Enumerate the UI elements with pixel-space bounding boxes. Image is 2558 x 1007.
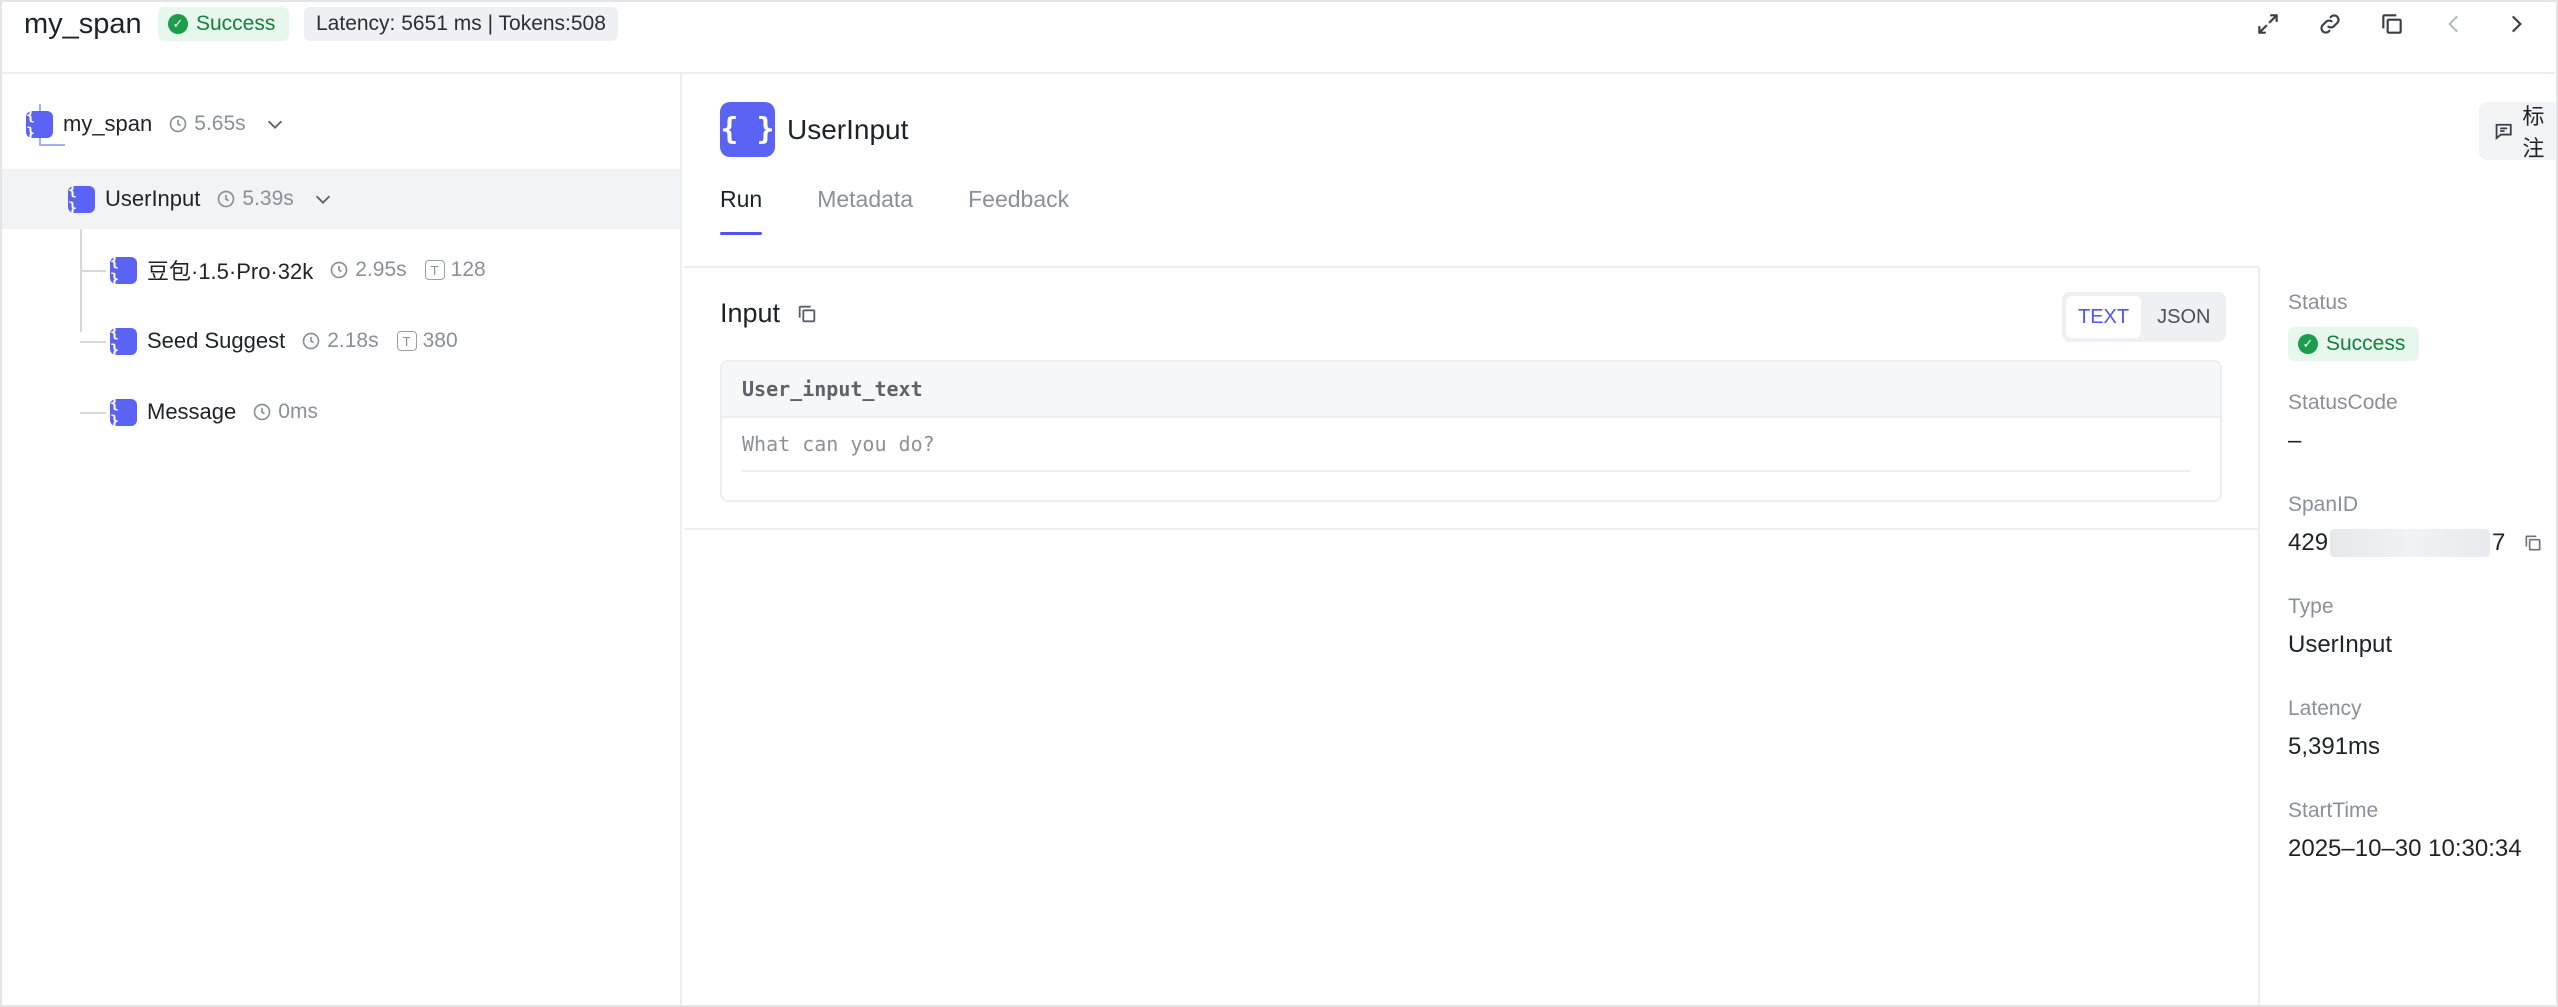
braces-icon: { }: [110, 252, 137, 288]
header-bar: my_span ✓ Success Latency: 5651 ms | Tok…: [2, 2, 2556, 74]
field-spanid: SpanID 429 7: [2288, 493, 2543, 557]
input-section: Input TEXT JSON User_input_text What can…: [684, 268, 2258, 530]
copy-icon[interactable]: [2374, 6, 2410, 42]
tree-node-doubao[interactable]: { } 豆包·1.5·Pro·32k 2.95s T 128: [110, 240, 486, 300]
format-toggle: TEXT JSON: [2062, 292, 2227, 342]
annotate-button[interactable]: 标注: [2479, 102, 2556, 161]
braces-icon: { }: [110, 323, 137, 359]
trace-detail-window: my_span ✓ Success Latency: 5651 ms | Tok…: [0, 0, 2558, 1007]
clock-icon: [218, 190, 235, 208]
tree-node-tokens: T 128: [424, 258, 486, 282]
field-latency: Latency 5,391ms: [2288, 697, 2381, 760]
field-type: Type UserInput: [2288, 595, 2393, 658]
tree-node-duration: 5.65s: [168, 112, 246, 136]
braces-icon: { }: [110, 394, 137, 430]
tree-node-duration: 5.39s: [216, 187, 294, 211]
input-value-box: User_input_text What can you do?: [720, 360, 2222, 502]
format-text-option[interactable]: TEXT: [2066, 296, 2142, 338]
braces-icon: { }: [720, 102, 775, 157]
tree-node-tokens: T 380: [396, 329, 458, 353]
panel-title: { } UserInput: [720, 102, 908, 157]
tab-bar: Run Metadata Feedback: [720, 186, 1069, 235]
clock-icon: [169, 115, 187, 133]
clock-icon: [302, 332, 320, 350]
field-starttime: StartTime 2025–10–30 10:30:34: [2288, 799, 2522, 862]
latency-tokens-badge: Latency: 5651 ms | Tokens:508: [304, 7, 618, 41]
input-key: User_input_text: [722, 362, 2220, 418]
braces-icon: { }: [68, 181, 95, 217]
tree-node-label: my_span: [63, 111, 153, 136]
tree-node-message[interactable]: { } Message 0ms: [110, 382, 318, 442]
token-icon: T: [396, 331, 417, 351]
clock-icon: [253, 403, 271, 421]
input-value: What can you do?: [742, 418, 2190, 472]
trace-title: my_span: [24, 8, 142, 40]
header-actions: [2250, 6, 2534, 42]
input-heading: Input: [720, 298, 818, 329]
tree-node-seed-suggest[interactable]: { } Seed Suggest 2.18s T 380: [110, 311, 458, 371]
tree-node-label: Message: [147, 399, 237, 424]
field-statuscode: StatusCode –: [2288, 391, 2398, 454]
comment-icon: [2495, 123, 2512, 140]
format-json-option[interactable]: JSON: [2145, 296, 2222, 338]
tree-node-label: UserInput: [105, 186, 201, 211]
clock-icon: [330, 261, 348, 279]
tree-connector: [80, 270, 106, 272]
tree-connector: [80, 412, 106, 414]
braces-icon: { }: [26, 106, 53, 142]
check-circle-icon: ✓: [2298, 334, 2318, 354]
span-attributes: Status ✓ Success StatusCode – SpanID 429…: [2258, 267, 2556, 1005]
chevron-down-icon[interactable]: [312, 188, 334, 210]
tree-node-duration: 0ms: [252, 400, 318, 424]
token-icon: T: [424, 260, 445, 280]
tree-node-duration: 2.95s: [329, 258, 407, 282]
tree-node-label: 豆包·1.5·Pro·32k: [147, 259, 314, 284]
span-detail-panel: { } UserInput 标注 Run Metadata Feedback I…: [684, 74, 2556, 1005]
span-tree: { } my_span 5.65s { } UserInput 5.39s {…: [2, 74, 682, 1005]
expand-icon[interactable]: [2250, 6, 2286, 42]
chevron-right-icon[interactable]: [2498, 6, 2534, 42]
field-status: Status ✓ Success: [2288, 291, 2420, 361]
copy-icon[interactable]: [796, 303, 818, 325]
tree-node-duration: 2.18s: [301, 329, 379, 353]
chevron-left-icon[interactable]: [2436, 6, 2472, 42]
tree-connector: [80, 341, 106, 343]
status-badge: ✓ Success: [158, 7, 290, 41]
check-circle-icon: ✓: [168, 14, 188, 34]
tree-node-my-span[interactable]: { } my_span 5.65s: [26, 94, 286, 154]
redacted-span-id: [2330, 529, 2491, 557]
link-icon[interactable]: [2312, 6, 2348, 42]
status-badge-text: Success: [196, 12, 276, 35]
copy-icon[interactable]: [2523, 533, 2543, 553]
tree-node-label: Seed Suggest: [147, 328, 286, 353]
chevron-down-icon[interactable]: [264, 113, 286, 135]
tab-run[interactable]: Run: [720, 186, 763, 235]
tab-feedback[interactable]: Feedback: [968, 186, 1069, 235]
tab-metadata[interactable]: Metadata: [817, 186, 913, 235]
status-badge: ✓ Success: [2288, 327, 2420, 361]
panel-title-text: UserInput: [787, 113, 909, 145]
tree-node-userinput[interactable]: { } UserInput 5.39s: [2, 169, 680, 229]
